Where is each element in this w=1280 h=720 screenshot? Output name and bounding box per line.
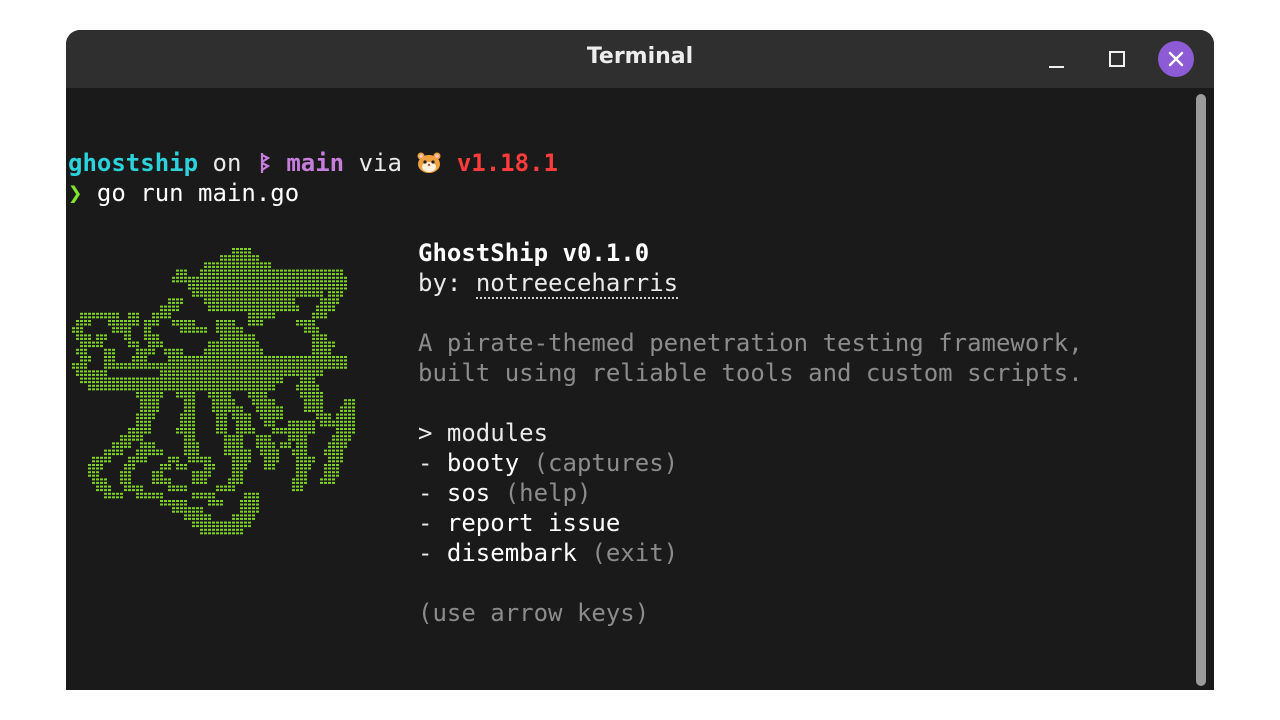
menu-item-label: sos xyxy=(446,479,491,507)
terminal-content[interactable]: ghostship on main via v1.18.1 ❯ go run m… xyxy=(66,88,1194,690)
menu-item-label: report issue xyxy=(446,509,621,537)
hamster-icon xyxy=(416,149,442,175)
menu-item-booty[interactable]: - booty (captures) xyxy=(418,448,678,478)
menu-item-prefix: - xyxy=(418,479,433,507)
menu-item-report-issue[interactable]: - report issue xyxy=(418,508,620,538)
menu-item-prefix: - xyxy=(418,449,433,477)
author-link[interactable]: notreeceharris xyxy=(475,269,679,299)
menu-item-hint: (exit) xyxy=(591,539,679,567)
minimize-button[interactable] xyxy=(1038,41,1074,77)
menu-item-disembark[interactable]: - disembark (exit) xyxy=(418,538,678,568)
menu-item-label: booty xyxy=(446,449,520,477)
scrollbar[interactable] xyxy=(1196,94,1206,686)
close-button[interactable] xyxy=(1158,41,1194,77)
description-line-1: A pirate-themed penetration testing fram… xyxy=(418,329,1083,357)
menu-item-hint: (help) xyxy=(504,479,592,507)
menu-item-label: disembark xyxy=(446,539,577,567)
navigation-hint: (use arrow keys) xyxy=(418,599,650,627)
description-line-2: built using reliable tools and custom sc… xyxy=(418,359,1083,387)
app-title: GhostShip v0.1.0 xyxy=(418,239,650,267)
menu-item-hint: (captures) xyxy=(533,449,679,477)
menu-item-sos[interactable]: - sos (help) xyxy=(418,478,591,508)
menu-item-prefix: - xyxy=(418,509,433,537)
prompt-version: v1.18.1 xyxy=(456,149,558,177)
pirate-ascii-art xyxy=(72,248,355,535)
app-author-line: by: notreeceharris xyxy=(418,268,679,299)
menu-item-prefix: - xyxy=(418,539,433,567)
author-label: by: xyxy=(418,269,462,297)
menu-header: > modules xyxy=(418,419,549,447)
close-icon xyxy=(1168,51,1184,67)
maximize-button[interactable] xyxy=(1098,41,1134,77)
title-bar[interactable]: Terminal xyxy=(66,30,1214,88)
terminal-window: Terminal ghostship on main via v1.18.1 ❯… xyxy=(66,30,1214,690)
